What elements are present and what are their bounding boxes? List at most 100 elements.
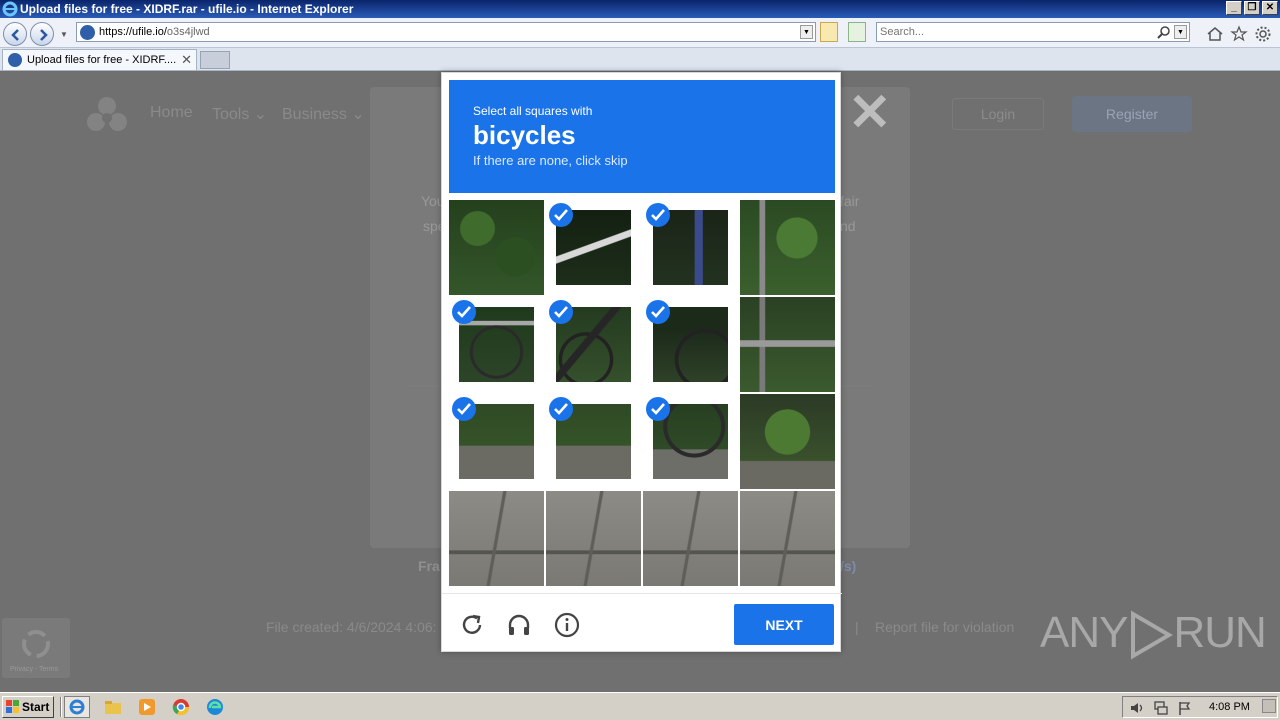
captcha-tile[interactable] bbox=[546, 297, 641, 392]
captcha-tile[interactable] bbox=[643, 491, 738, 586]
captcha-tile[interactable] bbox=[643, 200, 738, 295]
site-favicon-icon bbox=[80, 25, 95, 40]
report-file-link[interactable]: Report file for violation bbox=[875, 619, 1014, 635]
captcha-tile-image bbox=[740, 200, 835, 295]
recaptcha-badge[interactable]: Privacy - Terms bbox=[2, 618, 70, 678]
watermark-left-text: ANY bbox=[1040, 608, 1128, 657]
captcha-tile[interactable] bbox=[546, 394, 641, 489]
forward-arrow-icon bbox=[40, 29, 48, 41]
tab-close-icon[interactable]: ✕ bbox=[181, 52, 192, 68]
forward-button[interactable] bbox=[30, 22, 54, 46]
nav-home[interactable]: Home bbox=[150, 104, 193, 122]
checkmark-icon bbox=[452, 397, 476, 421]
ie-e-icon bbox=[69, 699, 85, 715]
media-player-icon[interactable] bbox=[138, 698, 156, 716]
edge-icon[interactable] bbox=[206, 698, 224, 716]
modal-close-icon[interactable]: ✕ bbox=[848, 87, 892, 139]
captcha-tile-image bbox=[740, 491, 835, 586]
chrome-icon[interactable] bbox=[172, 698, 190, 716]
refresh-icon[interactable] bbox=[459, 612, 485, 638]
captcha-tile[interactable] bbox=[449, 394, 544, 489]
tab-ufile[interactable]: Upload files for free - XIDRF.... ✕ bbox=[2, 49, 197, 70]
captcha-tile[interactable] bbox=[740, 200, 835, 295]
search-dropdown-icon[interactable]: ▼ bbox=[1174, 25, 1187, 39]
captcha-tile-image bbox=[449, 491, 544, 586]
search-input[interactable] bbox=[880, 25, 1150, 39]
ufile-logo-icon[interactable] bbox=[84, 94, 130, 134]
info-icon[interactable] bbox=[554, 612, 580, 638]
checkmark-icon bbox=[646, 300, 670, 324]
captcha-tile[interactable] bbox=[449, 200, 544, 295]
system-tray: 4:08 PM bbox=[1122, 696, 1278, 718]
file-explorer-icon[interactable] bbox=[104, 698, 122, 716]
checkmark-icon bbox=[549, 397, 573, 421]
nav-tools[interactable]: Tools ⌄ bbox=[212, 104, 267, 124]
captcha-tile-image bbox=[740, 394, 835, 489]
internet-explorer-icon bbox=[2, 1, 18, 17]
captcha-tile[interactable] bbox=[546, 200, 641, 295]
checkmark-icon bbox=[646, 397, 670, 421]
back-button[interactable] bbox=[3, 22, 27, 46]
captcha-tile-image bbox=[546, 491, 641, 586]
captcha-tile[interactable] bbox=[449, 297, 544, 392]
favorites-star-icon[interactable] bbox=[1230, 25, 1248, 43]
checkmark-icon bbox=[549, 203, 573, 227]
internet-explorer-taskbar-icon[interactable] bbox=[64, 696, 90, 718]
captcha-tile[interactable] bbox=[643, 297, 738, 392]
tab-strip: Upload files for free - XIDRF.... ✕ bbox=[0, 48, 1280, 71]
magnifier-icon[interactable] bbox=[1157, 25, 1171, 39]
free-download-button[interactable]: Fra bbox=[418, 558, 440, 574]
address-dropdown-icon[interactable]: ▼ bbox=[800, 25, 813, 39]
headphones-icon[interactable] bbox=[506, 612, 532, 638]
nav-business[interactable]: Business ⌄ bbox=[282, 104, 365, 124]
network-icon[interactable] bbox=[1153, 700, 1169, 716]
login-button[interactable]: Login bbox=[952, 98, 1044, 130]
recaptcha-badge-text: Privacy - Terms bbox=[10, 666, 59, 673]
address-bar[interactable]: https://ufile.io/o3s4jlwd ▼ bbox=[76, 22, 816, 42]
minimize-button[interactable]: _ bbox=[1226, 1, 1242, 15]
new-tab-button[interactable] bbox=[200, 51, 230, 69]
captcha-tile[interactable] bbox=[546, 491, 641, 586]
tab-favicon-icon bbox=[8, 53, 22, 67]
modal-text-fragment: fair bbox=[840, 193, 860, 209]
captcha-tile[interactable] bbox=[740, 394, 835, 489]
close-window-button[interactable]: ✕ bbox=[1262, 1, 1278, 15]
start-button[interactable]: Start bbox=[2, 696, 54, 718]
recaptcha-logo-icon bbox=[22, 630, 50, 658]
captcha-tile[interactable] bbox=[740, 297, 835, 392]
restore-button[interactable]: ❐ bbox=[1244, 1, 1260, 15]
show-desktop-button[interactable] bbox=[1262, 699, 1276, 713]
captcha-target-object: bicycles bbox=[473, 120, 576, 150]
captcha-footer: NEXT bbox=[442, 593, 842, 653]
history-dropdown-icon[interactable]: ▼ bbox=[60, 30, 68, 39]
captcha-image-grid bbox=[449, 200, 835, 586]
captcha-prompt: Select all squares with bbox=[473, 104, 593, 118]
next-button[interactable]: NEXT bbox=[734, 604, 834, 645]
action-center-flag-icon[interactable] bbox=[1177, 700, 1193, 716]
navigation-bar: ▼ https://ufile.io/o3s4jlwd ▼ ▼ bbox=[0, 18, 1280, 48]
modal-text-fragment: nd bbox=[840, 218, 856, 234]
checkmark-icon bbox=[452, 300, 476, 324]
security-lock-icon[interactable] bbox=[820, 22, 838, 42]
premium-download-button[interactable]: /s) bbox=[840, 558, 856, 574]
watermark-right-text: RUN bbox=[1173, 608, 1266, 657]
captcha-tile[interactable] bbox=[643, 394, 738, 489]
captcha-tile[interactable] bbox=[449, 491, 544, 586]
register-button[interactable]: Register bbox=[1072, 96, 1192, 132]
search-box[interactable]: ▼ bbox=[876, 22, 1190, 42]
captcha-tile[interactable] bbox=[740, 491, 835, 586]
captcha-header: Select all squares with bicycles If ther… bbox=[449, 80, 835, 193]
checkmark-icon bbox=[646, 203, 670, 227]
address-url[interactable]: https://ufile.io/o3s4jlwd bbox=[99, 26, 210, 38]
clock: 4:08 PM bbox=[1209, 701, 1250, 713]
compatibility-refresh-icon[interactable] bbox=[848, 22, 866, 42]
window-title: Upload files for free - XIDRF.rar - ufil… bbox=[20, 2, 354, 16]
settings-gear-icon[interactable] bbox=[1254, 25, 1272, 43]
captcha-challenge: Select all squares with bicycles If ther… bbox=[441, 72, 842, 653]
home-icon[interactable] bbox=[1206, 25, 1224, 43]
captcha-tile-image bbox=[449, 200, 544, 295]
checkmark-icon bbox=[549, 300, 573, 324]
tab-label: Upload files for free - XIDRF.... bbox=[27, 54, 177, 66]
volume-icon[interactable] bbox=[1129, 700, 1145, 716]
taskbar-separator bbox=[60, 697, 62, 717]
